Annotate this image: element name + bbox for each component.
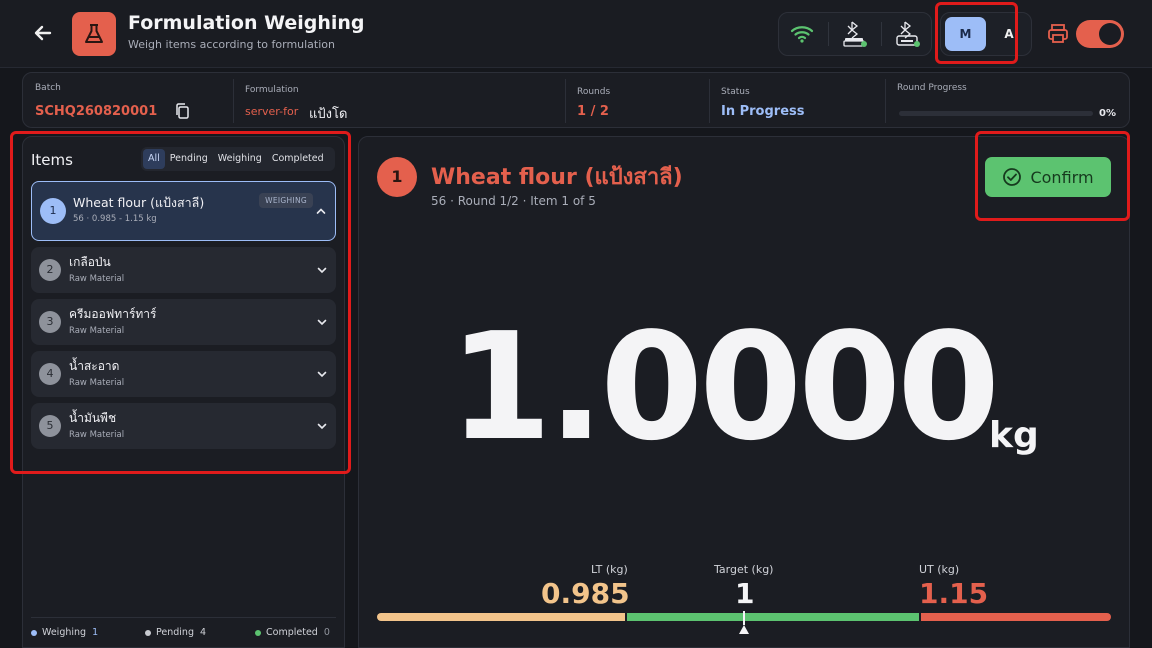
- below-tolerance-zone: [377, 613, 625, 621]
- current-weight-marker: [739, 625, 749, 634]
- lower-tolerance-value: 0.985: [541, 577, 630, 610]
- weight-reading: 1.0000: [449, 301, 1000, 473]
- current-weight-line: [743, 611, 745, 625]
- in-tolerance-zone: [627, 613, 919, 621]
- formulation-label: Formulation: [245, 85, 299, 95]
- upper-tolerance-value: 1.15: [919, 577, 989, 610]
- rounds-value: 1 / 2: [577, 104, 609, 119]
- page-title: Formulation Weighing: [128, 12, 365, 34]
- divider: [709, 79, 710, 123]
- printer-icon: [1048, 24, 1068, 43]
- bluetooth-scale-icon: [843, 21, 867, 47]
- legend-label: Completed: [266, 627, 318, 638]
- top-bar: Formulation Weighing Weigh items accordi…: [0, 0, 1152, 68]
- above-tolerance-zone: [921, 613, 1111, 621]
- batch-info-bar: Batch SCHQ260820001 Formulation server-f…: [22, 72, 1130, 128]
- round-progress-label: Round Progress: [897, 83, 967, 93]
- formulation-code: server-for: [245, 105, 299, 118]
- connection-status-group: [778, 12, 932, 56]
- page-subtitle: Weigh items according to formulation: [128, 38, 335, 51]
- app: Formulation Weighing Weigh items accordi…: [0, 0, 1152, 648]
- formulation-cell: Formulation server-for แป้งโด: [245, 73, 563, 129]
- divider: [565, 79, 566, 123]
- highlight-frame: [935, 2, 1018, 64]
- target-value: 1: [735, 577, 755, 610]
- copy-icon[interactable]: [175, 103, 189, 119]
- divider: [885, 79, 886, 123]
- legend-count: 4: [199, 627, 207, 638]
- rounds-label: Rounds: [577, 87, 611, 97]
- highlight-frame: [975, 131, 1130, 221]
- legend-count: 0: [323, 627, 330, 638]
- current-item-meta: 56 · Round 1/2 · Item 1 of 5: [431, 194, 596, 208]
- legend-dot: [31, 629, 37, 636]
- round-progress-bar: [899, 111, 1093, 116]
- round-progress-value: 0%: [1099, 108, 1116, 119]
- app-logo: [72, 12, 116, 56]
- status-legend: Weighing 1 Pending 4 Completed 0: [31, 617, 336, 647]
- status-label: Status: [721, 87, 750, 97]
- round-progress-cell: Round Progress: [897, 73, 1117, 129]
- status-cell: Status In Progress: [721, 73, 881, 129]
- legend-dot: [255, 629, 261, 636]
- legend-pending: Pending 4: [145, 627, 255, 638]
- legend-dot: [145, 629, 151, 636]
- target-label: Target (kg): [714, 563, 774, 576]
- wifi-icon: [790, 26, 814, 43]
- auto-print-toggle[interactable]: [1076, 20, 1124, 48]
- flask-icon: [85, 24, 103, 43]
- current-item-number: 1: [377, 157, 417, 197]
- highlight-frame: [10, 131, 351, 474]
- back-button[interactable]: [28, 18, 58, 48]
- scale-connection-status[interactable]: [835, 19, 875, 49]
- legend-weighing: Weighing 1: [31, 627, 145, 638]
- rounds-cell: Rounds 1 / 2: [577, 73, 707, 129]
- toggle-knob: [1099, 23, 1121, 45]
- batch-label: Batch: [35, 83, 61, 93]
- legend-completed: Completed 0: [255, 627, 330, 638]
- weight-unit: kg: [989, 415, 1039, 456]
- arrow-left-icon: [34, 25, 52, 41]
- batch-cell: Batch SCHQ260820001: [35, 73, 231, 129]
- legend-label: Weighing: [42, 627, 87, 638]
- current-item-name: Wheat flour (แป้งสาลี): [431, 165, 683, 190]
- divider: [233, 79, 234, 123]
- wifi-status[interactable]: [782, 19, 822, 49]
- legend-count: 1: [92, 627, 99, 638]
- printer-connection-status[interactable]: [888, 19, 928, 49]
- legend-label: Pending: [156, 627, 194, 638]
- upper-tolerance-label: UT (kg): [919, 563, 960, 576]
- formulation-name: แป้งโด: [309, 107, 348, 122]
- lower-tolerance-label: LT (kg): [591, 563, 628, 576]
- batch-value: SCHQ260820001: [35, 104, 158, 119]
- print-label: [1046, 22, 1070, 46]
- divider: [828, 22, 829, 46]
- status-value: In Progress: [721, 104, 805, 119]
- bluetooth-printer-icon: [896, 21, 920, 47]
- divider: [881, 22, 882, 46]
